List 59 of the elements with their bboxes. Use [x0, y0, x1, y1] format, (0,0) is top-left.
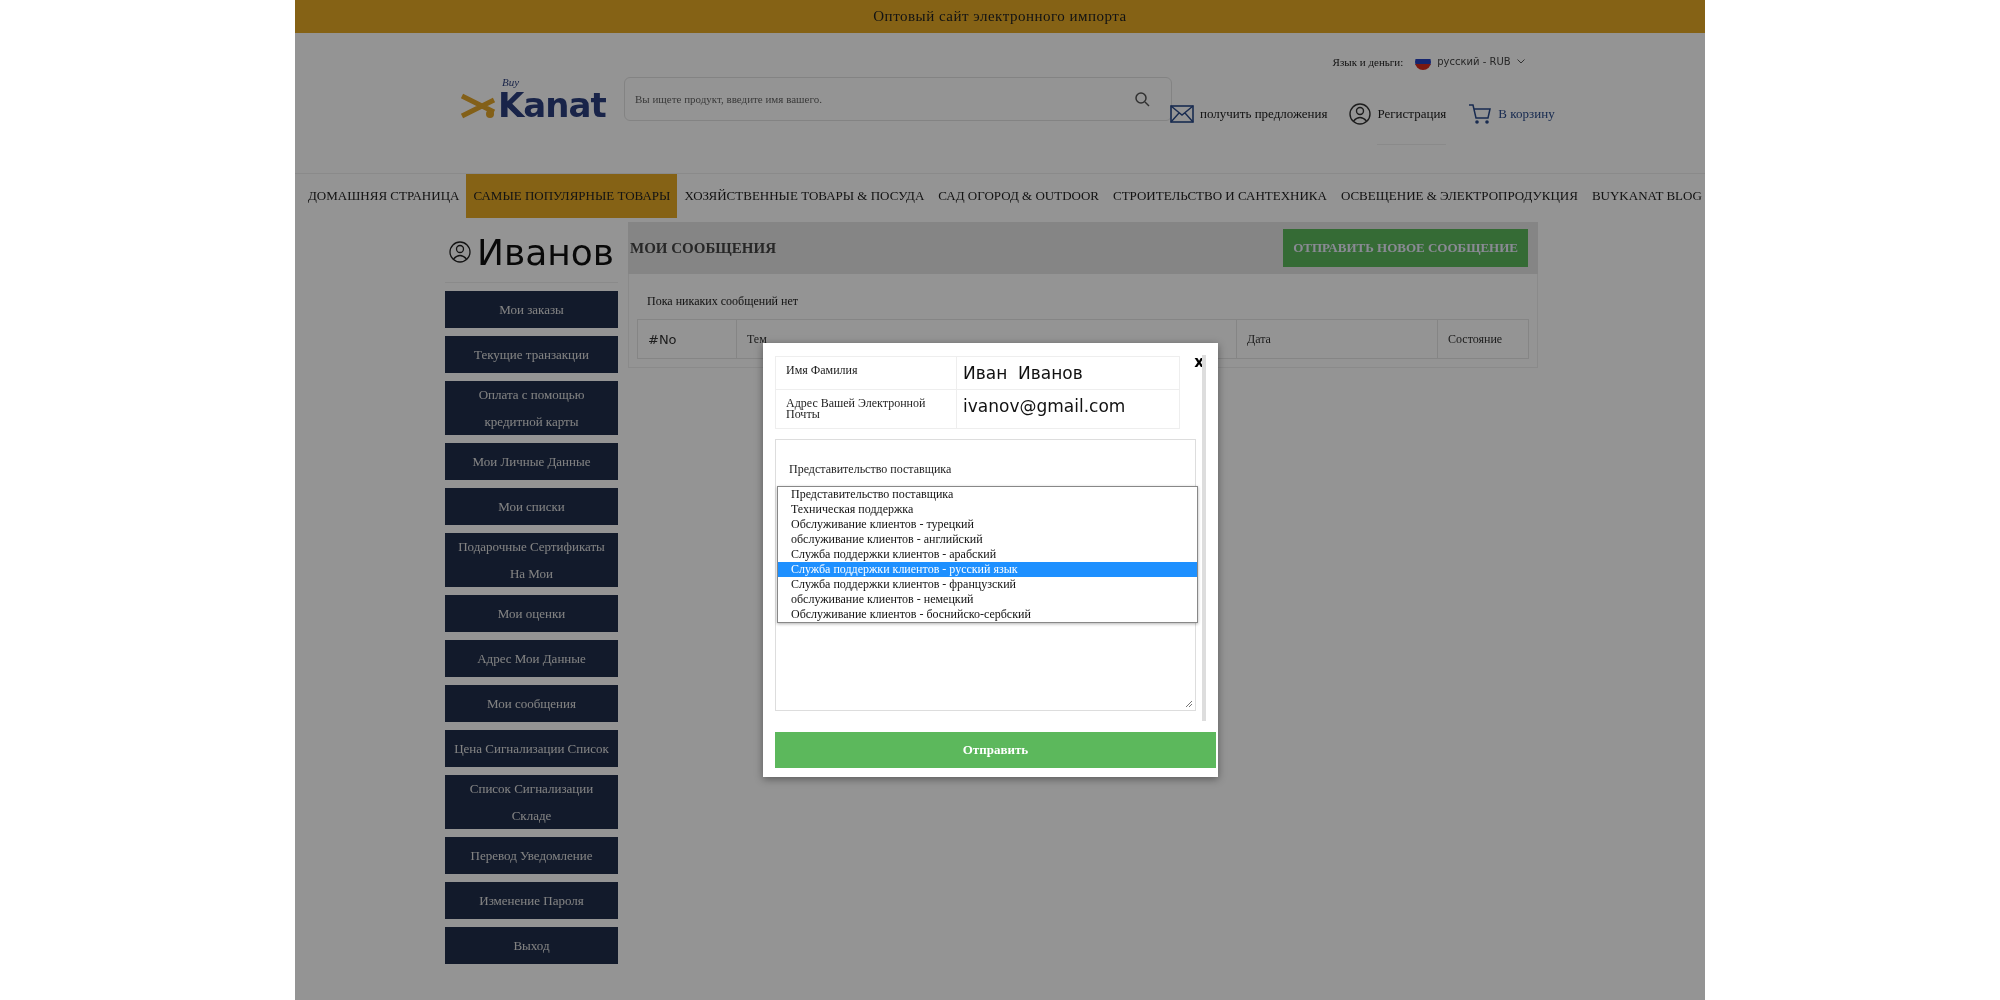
dropdown-option[interactable]: Служба поддержки клиентов - русский язык: [778, 562, 1197, 577]
envelope-icon: [1170, 105, 1194, 123]
nav-tab[interactable]: САМЫЕ ПОПУЛЯРНЫЕ ТОВАРЫ: [466, 174, 678, 218]
dropdown-option[interactable]: Обслуживание клиентов - боснийско-сербский: [778, 607, 1197, 622]
dropdown-option[interactable]: Обслуживание клиентов - турецкий: [778, 517, 1197, 532]
nav-tab[interactable]: СТРОИТЕЛЬСТВО И САНТЕХНИКА: [1106, 174, 1334, 218]
chevron-down-icon: [1516, 59, 1525, 64]
nav-tab[interactable]: САД ОГОРОД & OUTDOOR: [931, 174, 1106, 218]
sidebar-item[interactable]: Подарочные Сертификаты На Мои: [445, 533, 618, 587]
language-label: Язык и деньги:: [1332, 55, 1404, 68]
header-link[interactable]: В корзину: [1468, 103, 1555, 125]
search-field[interactable]: Вы ищете продукт, введите имя вашего.: [624, 77, 1172, 121]
top-banner: Оптовый сайт электронного импорта: [295, 0, 1705, 33]
sidebar-item[interactable]: Адрес Мои Данные: [445, 640, 618, 677]
department-select[interactable]: Представительство поставщика: [789, 462, 952, 477]
logo[interactable]: Buy Kanat: [460, 76, 608, 122]
nav-tab[interactable]: ДОМАШНЯЯ СТРАНИЦА: [301, 174, 467, 218]
sidebar-item[interactable]: Список Сигнализации Складе: [445, 775, 618, 829]
sidebar-item[interactable]: Мои Личные Данные: [445, 443, 618, 480]
input-field[interactable]: Иван Иванов: [957, 357, 1179, 389]
nav-tab[interactable]: BUYKANAT BLOG: [1584, 174, 1705, 218]
field-label: Адрес Вашей Электронной Почты: [776, 390, 957, 428]
dropdown-option[interactable]: Представительство поставщика: [778, 487, 1197, 502]
column-header: Дата: [1237, 320, 1438, 358]
section-title: МОИ СООБЩЕНИЯ: [630, 239, 776, 257]
sidebar-item[interactable]: Перевод Уведомление: [445, 837, 618, 874]
sidebar-item[interactable]: Мои сообщения: [445, 685, 618, 722]
sidebar-item[interactable]: Мои заказы: [445, 291, 618, 328]
empty-message: Пока никаких сообщений нет: [647, 294, 799, 309]
username: Иванов: [477, 231, 614, 273]
sidebar-item[interactable]: Выход: [445, 927, 618, 964]
column-header: #No: [638, 320, 737, 358]
sidebar-item[interactable]: Изменение Пароля: [445, 882, 618, 919]
sidebar-item[interactable]: Цена Сигнализации Список: [445, 730, 618, 767]
input-field[interactable]: ivanov@gmail.com: [957, 390, 1179, 428]
column-header: Состояние: [1447, 330, 1504, 348]
cart-icon: [1468, 103, 1493, 125]
language-selector[interactable]: русский - RUB: [1415, 53, 1525, 70]
field-label: Имя Фамилия: [776, 357, 957, 389]
header-link[interactable]: Регистрация: [1349, 83, 1447, 145]
language-value: русский - RUB: [1437, 56, 1511, 67]
sidebar-item[interactable]: Мои списки: [445, 488, 618, 525]
dropdown-option[interactable]: Служба поддержки клиентов - арабский: [778, 547, 1197, 562]
resize-grip-icon[interactable]: [1185, 700, 1193, 708]
scrollbar[interactable]: [1202, 355, 1206, 721]
nav-tab[interactable]: ХОЗЯЙСТВЕННЫЕ ТОВАРЫ & ПОСУДА: [677, 174, 932, 218]
user-icon: [449, 241, 471, 263]
sidebar-item[interactable]: Текущие транзакции: [445, 336, 618, 373]
nav-tab[interactable]: ОСВЕЩЕНИЕ & ЭЛЕКТРОПРОДУКЦИЯ: [1333, 174, 1585, 218]
sidebar-item[interactable]: Оплата с помощью кредитной карты: [445, 381, 618, 435]
logo-tag: Buy: [502, 76, 606, 88]
dropdown-option[interactable]: Техническая поддержка: [778, 502, 1197, 517]
user-icon: [1349, 103, 1372, 125]
header-link[interactable]: получить предложения: [1170, 105, 1328, 123]
dropdown-option[interactable]: обслуживание клиентов - английский: [778, 532, 1197, 547]
logo-name: Kanat: [498, 87, 606, 122]
dropdown-option[interactable]: Служба поддержки клиентов - французский: [778, 577, 1197, 592]
sidebar-item[interactable]: Мои оценки: [445, 595, 618, 632]
dropdown-option[interactable]: обслуживание клиентов - немецкий: [778, 592, 1197, 607]
